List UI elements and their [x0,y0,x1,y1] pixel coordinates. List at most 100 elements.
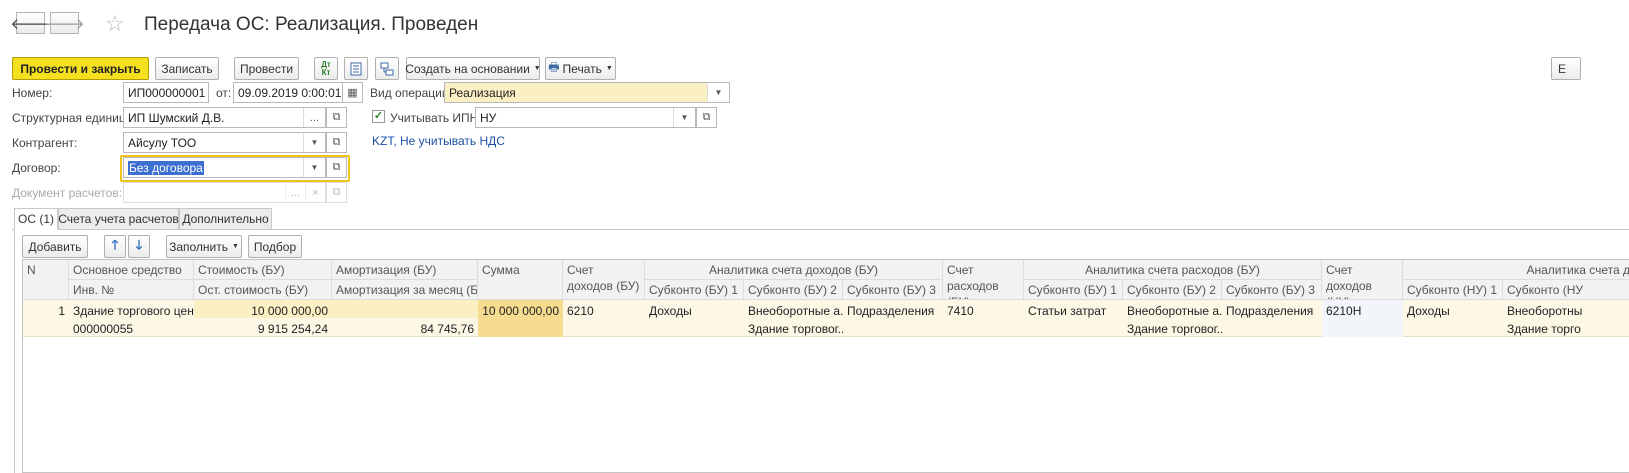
col-sub2[interactable]: Субконто (БУ) 2 [744,280,843,300]
fill-button[interactable]: Заполнить ▼ [166,235,242,258]
post-and-close-button[interactable]: Провести и закрыть [12,57,149,80]
col-residual[interactable]: Ост. стоимость (БУ) [194,280,332,300]
col-sum[interactable]: Сумма [478,260,563,300]
cell-esub2b[interactable]: Здание торговог... [1123,319,1222,339]
open-icon: ⧉ [332,186,341,198]
dt-kt-button[interactable]: Дт Кт [314,57,338,80]
ellipsis-icon[interactable]: ... [303,108,325,127]
post-button[interactable]: Провести [234,57,299,80]
print-button[interactable]: 🖶 Печать ▼ [545,57,616,80]
unit-label: Структурная единица: [12,111,136,125]
number-field[interactable]: ИП000000001 [123,82,209,103]
forward-button[interactable]: 🡒 [44,12,85,34]
chevron-down-icon: ▼ [232,243,239,250]
settlement-doc-label: Документ расчетов: [12,186,123,200]
cell-esub2[interactable]: Внеоборотные а... [1123,301,1222,321]
col-amort[interactable]: Амортизация (БУ) [332,260,478,280]
cell-expense-acc[interactable]: 7410 [943,301,1024,321]
operation-label: Вид операции: [370,86,452,100]
calendar-button[interactable]: ▦ [342,82,363,103]
col-cost[interactable]: Стоимость (БУ) [194,260,332,280]
contract-field[interactable]: Без договора ▼ [123,157,326,178]
col-sub3[interactable]: Субконто (БУ) 3 [843,280,943,300]
col-esub3[interactable]: Субконто (БУ) 3 [1222,280,1322,300]
operation-select[interactable]: Реализация ▼ [444,82,730,103]
col-asset[interactable]: Основное средство [69,260,194,280]
col-nsub1[interactable]: Субконто (НУ) 1 [1403,280,1503,300]
arrow-down-icon: 🡓 [135,236,143,252]
col-nsub2[interactable]: Субконто (НУ [1503,280,1629,300]
cell-asset[interactable]: Здание торгового цен... [69,301,194,321]
unit-field[interactable]: ИП Шумский Д.В. ... [123,107,326,128]
cell-sub3[interactable]: Подразделения [843,301,943,321]
move-up-button[interactable]: 🡑 [104,235,126,258]
tab-additional[interactable]: Дополнительно [179,208,272,230]
cell-nsub2b[interactable]: Здание торго [1503,319,1629,339]
chevron-down-icon[interactable]: ▼ [303,133,325,152]
unit-value: ИП Шумский Д.В. [128,111,225,125]
ipn-checkbox[interactable]: ✓ [372,110,385,123]
date-field[interactable]: 09.09.2019 0:00:01 [233,82,343,103]
col-esub1[interactable]: Субконто (БУ) 1 [1024,280,1123,300]
col-income-acc[interactable]: Счет доходов (БУ) [563,260,645,300]
save-button[interactable]: Записать [155,57,219,80]
cell-nsub1[interactable]: Доходы [1403,301,1503,321]
unit-open-button[interactable]: ⧉ [326,107,347,128]
col-amort-month[interactable]: Амортизация за месяц (БУ) [332,280,478,300]
date-label: от: [216,86,232,100]
operation-value: Реализация [449,86,516,100]
chevron-down-icon: ▼ [533,65,541,72]
chevron-down-icon[interactable]: ▼ [673,108,695,127]
cell-amort-month[interactable]: 84 745,76 [332,319,478,339]
contract-open-button[interactable]: ⧉ [326,157,347,178]
tab-os[interactable]: ОС (1) [14,208,58,230]
col-inv[interactable]: Инв. № [69,280,194,300]
currency-vat-link[interactable]: KZT, Не учитывать НДС [372,134,505,148]
col-expense-analytics[interactable]: Аналитика счета расходов (БУ) [1024,260,1322,280]
chevron-down-icon[interactable]: ▼ [303,158,325,177]
col-income-analytics-nu[interactable]: Аналитика счета д [1403,260,1629,280]
page-title: Передача ОС: Реализация. Проведен [144,14,479,35]
cell-income-acc[interactable]: 6210 [563,301,645,321]
ellipsis-icon: ... [285,183,305,202]
counterparty-open-button[interactable]: ⧉ [326,132,347,153]
cell-sub2b[interactable]: Здание торговог... [744,319,843,339]
cell-esub3[interactable]: Подразделения [1222,301,1322,321]
tab-settlement-accounts[interactable]: Счета учета расчетов [58,208,179,230]
col-esub2[interactable]: Субконто (БУ) 2 [1123,280,1222,300]
open-icon: ⧉ [332,111,341,123]
counterparty-field[interactable]: Айсулу ТОО ▼ [123,132,326,153]
ipn-open-button[interactable]: ⧉ [696,107,717,128]
ipn-select[interactable]: НУ ▼ [475,107,696,128]
cell-residual[interactable]: 9 915 254,24 [194,319,332,339]
select-button[interactable]: Подбор [248,235,302,258]
os-table[interactable]: N Основное средство Инв. № Стоимость (БУ… [22,259,1629,473]
cell-sub2[interactable]: Внеоборотные а... [744,301,843,321]
structure-button[interactable] [375,57,399,80]
cell-income-acc-nu[interactable]: 6210Н [1322,301,1403,321]
col-n[interactable]: N [23,260,69,300]
back-button[interactable]: 🡐 [10,12,51,34]
favorite-star-icon[interactable]: ☆ [105,11,125,37]
move-down-button[interactable]: 🡓 [128,235,150,258]
cell-cost[interactable]: 10 000 000,00 [194,301,332,321]
add-row-button[interactable]: Добавить [22,235,88,258]
chevron-down-icon[interactable]: ▼ [707,83,729,102]
cell-n[interactable]: 1 [23,301,69,321]
tab-panel-border [14,230,15,473]
cell-sum[interactable]: 10 000 000,00 [478,301,563,321]
cell-amort[interactable] [332,301,478,305]
create-based-button[interactable]: Создать на основании ▼ [405,57,541,80]
cell-sub1[interactable]: Доходы [645,301,744,321]
list-button[interactable] [344,57,368,80]
more-button[interactable]: Е [1551,57,1581,80]
dt-kt-icon: Дт Кт [321,59,331,77]
contract-label: Договор: [12,161,61,175]
cell-esub1[interactable]: Статьи затрат [1024,301,1123,321]
col-expense-acc[interactable]: Счет расходов (БУ) [943,260,1024,300]
cell-nsub2[interactable]: Внеоборотны [1503,301,1629,321]
cell-inv[interactable]: 000000055 [69,319,194,339]
col-income-acc-nu[interactable]: Счет доходов (НУ) [1322,260,1403,300]
col-income-analytics[interactable]: Аналитика счета доходов (БУ) [645,260,943,280]
col-sub1[interactable]: Субконто (БУ) 1 [645,280,744,300]
